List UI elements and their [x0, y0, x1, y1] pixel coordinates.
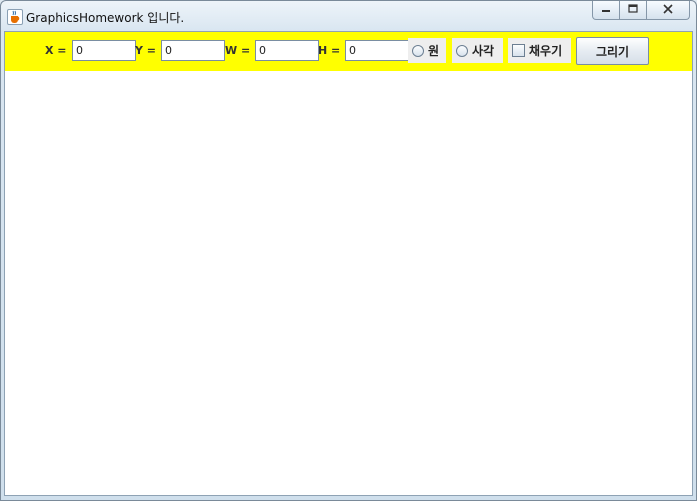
maximize-button[interactable]	[620, 1, 647, 20]
x-label: X =	[45, 44, 67, 57]
close-icon	[663, 3, 673, 17]
minimize-button[interactable]	[592, 1, 620, 20]
close-button[interactable]	[647, 1, 690, 20]
h-label: H =	[318, 44, 341, 57]
x-field[interactable]	[72, 40, 136, 61]
w-label: W =	[225, 44, 251, 57]
h-field[interactable]	[345, 40, 409, 61]
circle-radio-label: 원	[428, 44, 440, 58]
java-cup-icon	[7, 9, 23, 25]
window-controls	[592, 1, 690, 21]
drawing-canvas[interactable]	[5, 71, 692, 495]
circle-radio[interactable]: 원	[408, 38, 446, 63]
rectangle-radio-label: 사각	[472, 44, 495, 58]
window-title: GraphicsHomework 입니다.	[26, 11, 185, 25]
y-field[interactable]	[161, 40, 225, 61]
rectangle-radio[interactable]: 사각	[452, 38, 503, 63]
minimize-icon	[601, 4, 611, 17]
y-label: Y =	[135, 44, 157, 57]
content-pane: X = Y = W = H = 원 사각 채우기 그리기	[4, 31, 693, 496]
app-window: GraphicsHomework 입니다. X = Y =	[0, 0, 697, 501]
maximize-icon	[628, 3, 638, 17]
radio-circle-icon	[456, 44, 468, 57]
radio-circle-icon	[412, 44, 424, 57]
title-bar[interactable]: GraphicsHomework 입니다.	[1, 1, 696, 31]
fill-checkbox-label: 채우기	[529, 44, 563, 58]
control-toolbar: X = Y = W = H = 원 사각 채우기 그리기	[5, 32, 692, 71]
fill-checkbox[interactable]: 채우기	[508, 38, 571, 63]
w-field[interactable]	[255, 40, 319, 61]
checkbox-icon	[512, 44, 525, 57]
draw-button[interactable]: 그리기	[576, 37, 649, 65]
